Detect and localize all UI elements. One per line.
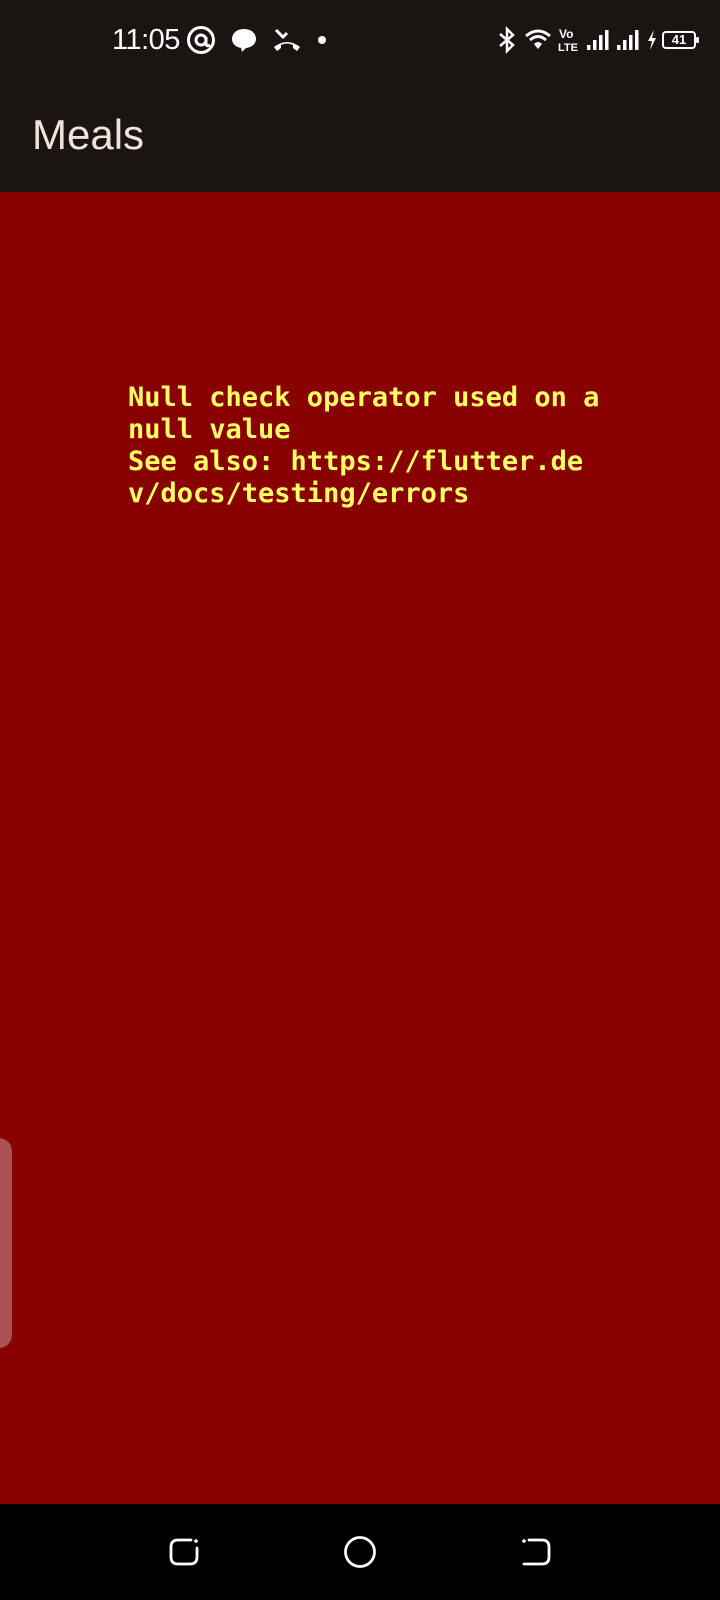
page-title: Meals [32, 111, 145, 158]
error-screen: Null check operator used on a null value… [0, 192, 720, 1504]
dot-icon [318, 36, 326, 44]
back-icon[interactable] [516, 1532, 556, 1572]
battery-level: 41 [671, 32, 687, 47]
chat-bubble-icon [232, 29, 256, 52]
svg-text:Vo: Vo [559, 27, 573, 41]
battery-icon: 41 [662, 31, 699, 49]
signal-icon [617, 30, 639, 50]
notification-icons [186, 22, 342, 58]
status-time: 11:05 [112, 24, 180, 56]
edge-panel-handle[interactable] [0, 1138, 12, 1348]
wifi-icon [525, 29, 551, 49]
system-status-icons: Vo LTE 41 [490, 22, 699, 58]
charging-icon [648, 30, 656, 50]
missed-call-icon [274, 28, 300, 51]
at-sign-icon [187, 26, 215, 54]
home-icon[interactable] [340, 1532, 380, 1572]
bluetooth-icon [499, 26, 515, 54]
app-bar: Meals [0, 80, 720, 192]
error-message: Null check operator used on a null value… [128, 382, 600, 509]
signal-icon [587, 30, 609, 50]
recent-apps-icon[interactable] [164, 1532, 204, 1572]
status-bar: 11:05 Vo LTE 41 [0, 0, 720, 80]
navigation-bar [0, 1504, 720, 1600]
volte-icon: Vo LTE [558, 27, 578, 53]
svg-text:LTE: LTE [558, 42, 578, 53]
